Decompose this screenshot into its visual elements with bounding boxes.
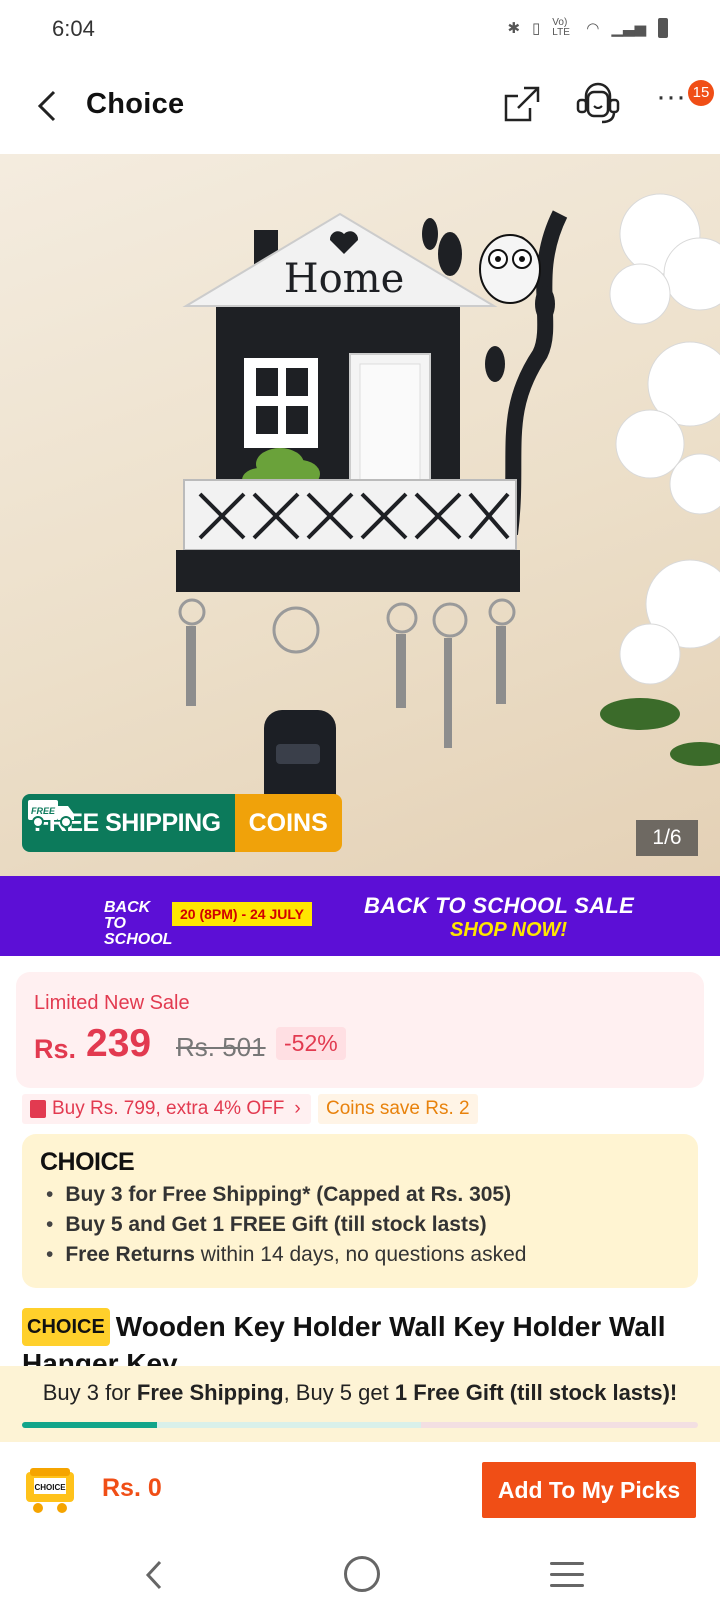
share-icon[interactable] [502, 84, 542, 124]
product-title-text: Wooden Key Holder Wall Key Holder Wall H… [22, 1311, 666, 1366]
customer-service-icon[interactable] [574, 82, 622, 126]
add-to-picks-button[interactable]: Add To My Picks [482, 1462, 696, 1518]
image-home-label: Home [284, 256, 405, 302]
shipping-progress-strip: Buy 3 for Free Shipping, Buy 5 get 1 Fre… [0, 1366, 720, 1442]
sale-label: Limited New Sale [34, 992, 190, 1014]
bottom-action-bar: CHOICE Rs. 0 Add To My Picks [0, 1442, 720, 1538]
status-bar: 6:04 ✱ ▯ Vo) LTE ◠ ▁▃▅ [0, 0, 720, 58]
bluetooth-icon: ✱ [507, 20, 521, 37]
choice-logo: CHOICE [40, 1148, 135, 1176]
coupon-icon [30, 1100, 46, 1118]
cart-total: Rs. 0 [102, 1474, 162, 1502]
original-price: Rs. 501 [176, 1032, 266, 1062]
volte-icon: Vo) LTE [552, 17, 570, 38]
nav-recents-icon[interactable] [550, 1562, 586, 1590]
wifi-icon: ◠ [586, 20, 600, 37]
bts-logo: BACK TO SCHOOL [104, 899, 173, 948]
battery-icon [658, 18, 668, 38]
header: Choice ··· 15 [0, 58, 720, 154]
progress-next-segment [157, 1422, 421, 1428]
discount-badge: -52% [276, 1027, 346, 1060]
sale-date-label: 20 (8PM) - 24 JULY [172, 902, 312, 926]
product-title: CHOICE Wooden Key Holder Wall Key Holder … [22, 1308, 702, 1366]
shipping-progress-bar [22, 1422, 698, 1428]
choice-benefits[interactable]: CHOICE Buy 3 for Free Shipping* (Capped … [22, 1134, 698, 1288]
choice-tag: CHOICE [22, 1308, 110, 1346]
cart-label: CHOICE [34, 1483, 66, 1492]
coupon-text: Buy Rs. 799, extra 4% OFF [52, 1098, 285, 1119]
signal-icon: ▁▃▅ [611, 20, 646, 37]
image-counter: 1/6 [636, 820, 698, 856]
status-icons: ✱ ▯ Vo) LTE ◠ ▁▃▅ [507, 18, 668, 38]
price-card: Limited New Sale Rs. 239 Rs. 501 -52% [16, 972, 704, 1088]
owl-decoration [479, 234, 541, 304]
back-to-school-banner[interactable]: BACK TO SCHOOL 20 (8PM) - 24 JULY BACK T… [0, 876, 720, 956]
delivery-truck-icon: FREE [28, 800, 74, 828]
free-shipping-label: FREE FREE SHIPPING [22, 794, 235, 852]
benefit-item: Buy 3 for Free Shipping* (Capped at Rs. … [46, 1180, 526, 1210]
page-title: Choice [86, 88, 185, 120]
nav-back-icon[interactable] [140, 1558, 170, 1592]
back-arrow-icon[interactable] [32, 86, 62, 126]
system-nav-bar [0, 1538, 720, 1612]
benefit-item: Buy 5 and Get 1 FREE Gift (till stock la… [46, 1210, 526, 1240]
chevron-right-icon: › [294, 1098, 301, 1119]
choice-cart-icon[interactable]: CHOICE [22, 1464, 78, 1516]
progress-fill [22, 1422, 158, 1428]
shipping-progress-text: Buy 3 for Free Shipping, Buy 5 get 1 Fre… [42, 1380, 678, 1405]
sale-title: BACK TO SCHOOL SALE [364, 893, 635, 918]
status-time: 6:04 [52, 16, 95, 41]
free-badge-label: FREE [31, 806, 56, 816]
benefit-item: Free Returns within 14 days, no question… [46, 1240, 526, 1270]
free-shipping-coins-badge: FREE FREE SHIPPING COINS [22, 794, 342, 852]
coins-save-chip[interactable]: Coins save Rs. 2 [318, 1094, 478, 1124]
notification-badge: 15 [688, 80, 714, 106]
vibrate-icon: ▯ [532, 20, 541, 37]
shop-now-link[interactable]: SHOP NOW! [450, 919, 567, 942]
nav-home-icon[interactable] [344, 1556, 380, 1592]
price-value: 239 [86, 1022, 152, 1065]
coins-label: COINS [234, 794, 342, 852]
coupon-offer[interactable]: Buy Rs. 799, extra 4% OFF › [22, 1094, 311, 1124]
flower-decoration [609, 193, 720, 685]
benefits-list: Buy 3 for Free Shipping* (Capped at Rs. … [46, 1180, 526, 1270]
product-image: Home [176, 193, 720, 820]
price-currency: Rs. [34, 1034, 77, 1064]
product-image-carousel[interactable]: Home FREE FREE SHIPPING COINS 1/6 [0, 154, 720, 876]
